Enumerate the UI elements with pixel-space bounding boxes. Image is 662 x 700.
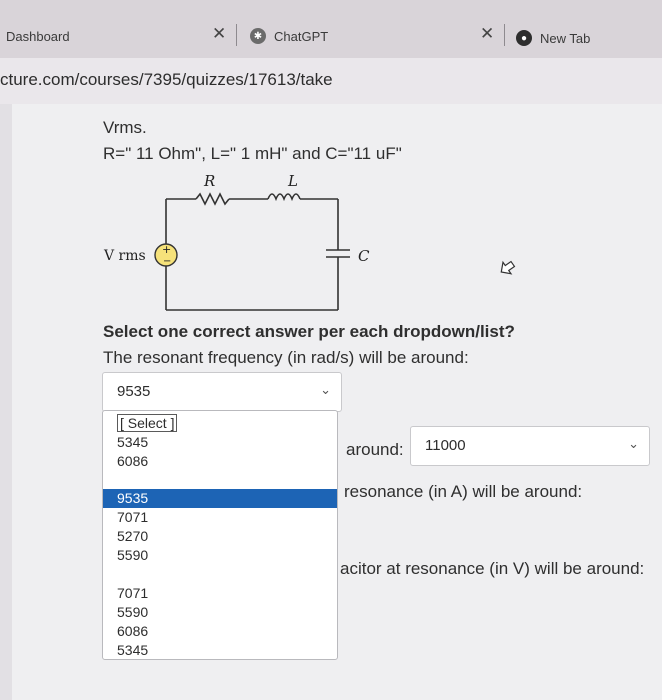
dropdown-option[interactable]: 6086 [103,452,337,471]
dropdown-option[interactable]: [ Select ] [103,414,337,433]
resonant-frequency-select[interactable]: 9535 ⌄ [102,372,342,412]
tab-new-tab[interactable]: ● New Tab [516,20,590,56]
dropdown-option[interactable]: 5270 [103,527,337,546]
selected-value: 11000 [425,437,466,454]
page-edge [0,104,12,700]
tab-label: Dashboard [6,28,70,44]
resonant-frequency-options[interactable]: [ Select ] 5345 6086 9535 7071 5270 5590… [102,410,338,660]
tab-label: New Tab [540,30,591,46]
tab-dashboard[interactable]: Dashboard [6,18,70,54]
rlc-circuit-diagram: + − R L V rms C [103,172,370,311]
address-bar[interactable]: cture.com/courses/7395/quizzes/17613/tak… [0,58,662,104]
resistor-label: R [203,172,215,190]
prompt-fragment-4: acitor at resonance (in V) will be aroun… [340,559,645,578]
dropdown-option[interactable]: 5345 [103,433,337,452]
prompt-fragment-2: around: [346,440,404,459]
svg-text:+: + [162,243,171,256]
prompt-fragment-3: resonance (in A) will be around: [344,482,583,501]
inductor-label: L [287,172,298,190]
dropdown-option[interactable]: 7071 [103,584,337,603]
dropdown-option[interactable]: 6086 [103,622,337,641]
dropdown-option[interactable]: 5590 [103,546,337,565]
prompt-resonant-frequency: The resonant frequency (in rad/s) will b… [103,348,469,367]
dropdown-option-selected[interactable]: 9535 [103,489,337,508]
tab-bar: Dashboard ✕ ✱ ChatGPT ✕ ● New Tab [0,0,662,58]
second-answer-select[interactable]: 11000 ⌄ [410,426,650,466]
close-icon[interactable]: ✕ [480,24,494,44]
question-heading: Vrms. [103,118,147,137]
chevron-down-icon: ⌄ [628,436,639,451]
chrome-icon: ● [516,30,532,46]
tab-chatgpt[interactable]: ✱ ChatGPT [250,18,328,54]
dropdown-option[interactable]: 7071 [103,508,337,527]
close-icon[interactable]: ✕ [212,24,226,44]
selected-value: 9535 [117,383,151,400]
capacitor-label: C [358,247,370,265]
url-text: cture.com/courses/7395/quizzes/17613/tak… [0,70,333,89]
tab-divider [504,24,505,46]
dropdown-option[interactable]: 5590 [103,603,337,622]
tab-label: ChatGPT [274,28,329,44]
chevron-down-icon: ⌄ [320,382,331,397]
instruction-text: Select one correct answer per each dropd… [103,322,515,341]
question-params: R=" 11 Ohm", L=" 1 mH" and C="11 uF" [103,144,402,163]
dropdown-option[interactable]: 5345 [103,641,337,660]
tab-divider [236,24,237,46]
svg-text:−: − [163,256,171,267]
mouse-pointer-icon [500,260,516,275]
source-label: V rms [103,248,146,264]
chatgpt-icon: ✱ [250,28,266,44]
